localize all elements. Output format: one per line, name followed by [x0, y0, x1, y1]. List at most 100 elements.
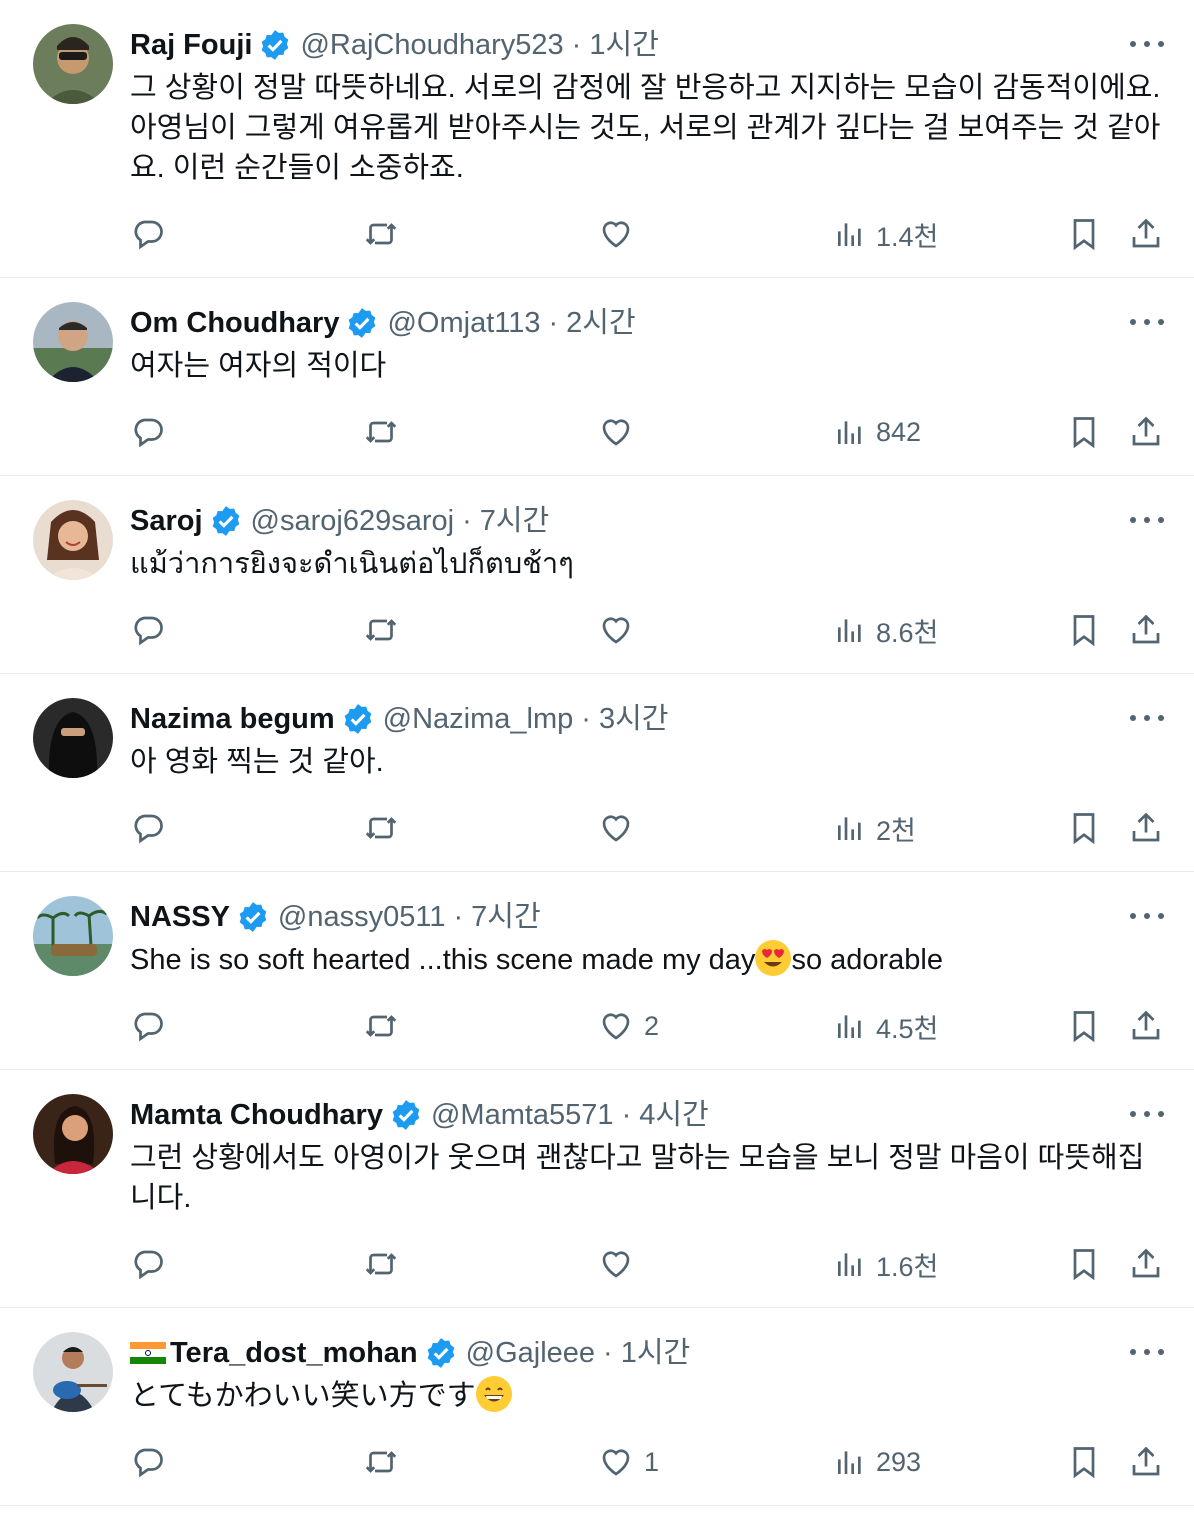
reply-button[interactable] [130, 410, 166, 454]
reply-tweet[interactable]: Nazima begum @Nazima_lmp · 3시간 아 영화 찍는 것… [0, 674, 1194, 872]
more-options-icon[interactable] [1130, 1102, 1164, 1126]
author-name[interactable]: Saroj [130, 502, 203, 540]
like-button[interactable] [598, 608, 644, 652]
author-name[interactable]: Om Choudhary [130, 304, 339, 342]
bookmark-button[interactable] [1066, 212, 1102, 256]
views-button[interactable]: 2천 [834, 806, 916, 850]
more-options-icon[interactable] [1130, 904, 1164, 928]
bookmark-button[interactable] [1066, 1440, 1102, 1484]
views-icon [838, 421, 861, 444]
reply-button[interactable] [130, 212, 166, 256]
author-name[interactable]: Tera_dost_mohan [130, 1334, 418, 1372]
verified-badge-icon [212, 506, 239, 536]
timestamp[interactable]: 1시간 [589, 26, 659, 64]
avatar[interactable] [33, 1094, 113, 1174]
bookmark-button[interactable] [1066, 410, 1102, 454]
bookmark-button[interactable] [1066, 1004, 1102, 1048]
like-button[interactable] [598, 1242, 644, 1286]
author-name[interactable]: Mamta Choudhary [130, 1096, 383, 1134]
verified-badge-icon [392, 1100, 420, 1130]
share-button[interactable] [1128, 1242, 1164, 1286]
tweet-text-part: とてもかわいい笑い方です [130, 1380, 476, 1412]
avatar[interactable] [33, 1332, 113, 1412]
avatar[interactable] [33, 302, 113, 382]
author-name-text[interactable]: Tera_dost_mohan [170, 1334, 418, 1372]
verified-badge-icon [239, 902, 267, 932]
repost-button[interactable] [362, 212, 400, 256]
reply-tweet[interactable]: Raj Fouji @RajChoudhary523 · 1시간 그 상황이 정… [0, 0, 1194, 278]
author-handle[interactable]: @Mamta5571 [431, 1096, 614, 1134]
reply-tweet[interactable]: Saroj @saroj629saroj · 7시간 แม้ว่าการยิงจ… [0, 476, 1194, 674]
share-button[interactable] [1128, 806, 1164, 850]
author-handle[interactable]: @Nazima_lmp [383, 700, 574, 738]
reply-button[interactable] [130, 1440, 166, 1484]
views-button[interactable]: 842 [834, 410, 921, 454]
more-options-icon[interactable] [1130, 706, 1164, 730]
views-button[interactable]: 1.6천 [834, 1242, 938, 1286]
avatar[interactable] [33, 500, 113, 580]
timestamp[interactable]: 7시간 [471, 898, 541, 936]
like-button[interactable] [598, 410, 644, 454]
view-count: 2천 [876, 815, 916, 846]
reply-tweet[interactable]: Om Choudhary @Omjat113 · 2시간 여자는 여자의 적이다… [0, 278, 1194, 476]
more-options-icon[interactable] [1130, 32, 1164, 56]
share-button[interactable] [1128, 410, 1164, 454]
views-icon [838, 619, 861, 642]
bookmark-button[interactable] [1066, 1242, 1102, 1286]
timestamp[interactable]: 3시간 [599, 700, 669, 738]
repost-button[interactable] [362, 1004, 400, 1048]
like-button[interactable]: 1 [598, 1440, 659, 1484]
author-name[interactable]: Raj Fouji [130, 26, 252, 64]
heart-icon [602, 1449, 630, 1476]
separator-dot: · [603, 1337, 613, 1369]
views-button[interactable]: 4.5천 [834, 1004, 938, 1048]
avatar[interactable] [33, 698, 113, 778]
separator-dot: · [453, 901, 464, 933]
bookmark-button[interactable] [1066, 806, 1102, 850]
share-button[interactable] [1128, 1004, 1164, 1048]
views-button[interactable]: 8.6천 [834, 608, 938, 652]
timestamp[interactable]: 7시간 [480, 502, 550, 540]
views-button[interactable]: 293 [834, 1440, 921, 1484]
avatar[interactable] [33, 896, 113, 976]
reply-button[interactable] [130, 1004, 166, 1048]
timestamp[interactable]: 4시간 [639, 1096, 709, 1134]
reply-button[interactable] [130, 608, 166, 652]
views-icon [838, 1451, 861, 1474]
repost-button[interactable] [362, 1440, 400, 1484]
author-handle[interactable]: @Gajleee [466, 1334, 595, 1372]
views-icon [838, 223, 861, 246]
repost-button[interactable] [362, 410, 400, 454]
share-button[interactable] [1128, 608, 1164, 652]
repost-button[interactable] [362, 806, 400, 850]
author-name[interactable]: NASSY [130, 898, 230, 936]
bookmark-icon [1073, 219, 1095, 251]
reply-tweet[interactable]: NASSY @nassy0511 · 7시간 She is so soft he… [0, 872, 1194, 1070]
reply-button[interactable] [130, 1242, 166, 1286]
timestamp[interactable]: 2시간 [566, 304, 636, 342]
more-options-icon[interactable] [1130, 310, 1164, 334]
timestamp[interactable]: 1시간 [621, 1334, 691, 1372]
share-button[interactable] [1128, 212, 1164, 256]
more-options-icon[interactable] [1130, 1340, 1164, 1364]
more-options-icon[interactable] [1130, 508, 1164, 532]
like-button[interactable]: 2 [598, 1004, 659, 1048]
like-button[interactable] [598, 806, 644, 850]
author-handle[interactable]: @saroj629saroj [251, 502, 455, 540]
reply-button[interactable] [130, 806, 166, 850]
author-handle[interactable]: @nassy0511 [278, 898, 446, 936]
reply-tweet[interactable]: Mamta Choudhary @Mamta5571 · 4시간 그런 상황에서… [0, 1070, 1194, 1308]
share-button[interactable] [1128, 1440, 1164, 1484]
repost-button[interactable] [362, 1242, 400, 1286]
avatar[interactable] [33, 24, 113, 104]
repost-button[interactable] [362, 608, 400, 652]
like-button[interactable] [598, 212, 644, 256]
share-icon [1132, 416, 1160, 446]
reply-tweet[interactable]: Tera_dost_mohan @Gajleee · 1시간 とてもかわいい笑い… [0, 1308, 1194, 1506]
views-button[interactable]: 1.4천 [834, 212, 938, 256]
author-handle[interactable]: @Omjat113 [387, 304, 540, 342]
author-name[interactable]: Nazima begum [130, 700, 335, 738]
author-handle[interactable]: @RajChoudhary523 [300, 26, 563, 64]
bookmark-button[interactable] [1066, 608, 1102, 652]
repost-icon [365, 223, 397, 245]
